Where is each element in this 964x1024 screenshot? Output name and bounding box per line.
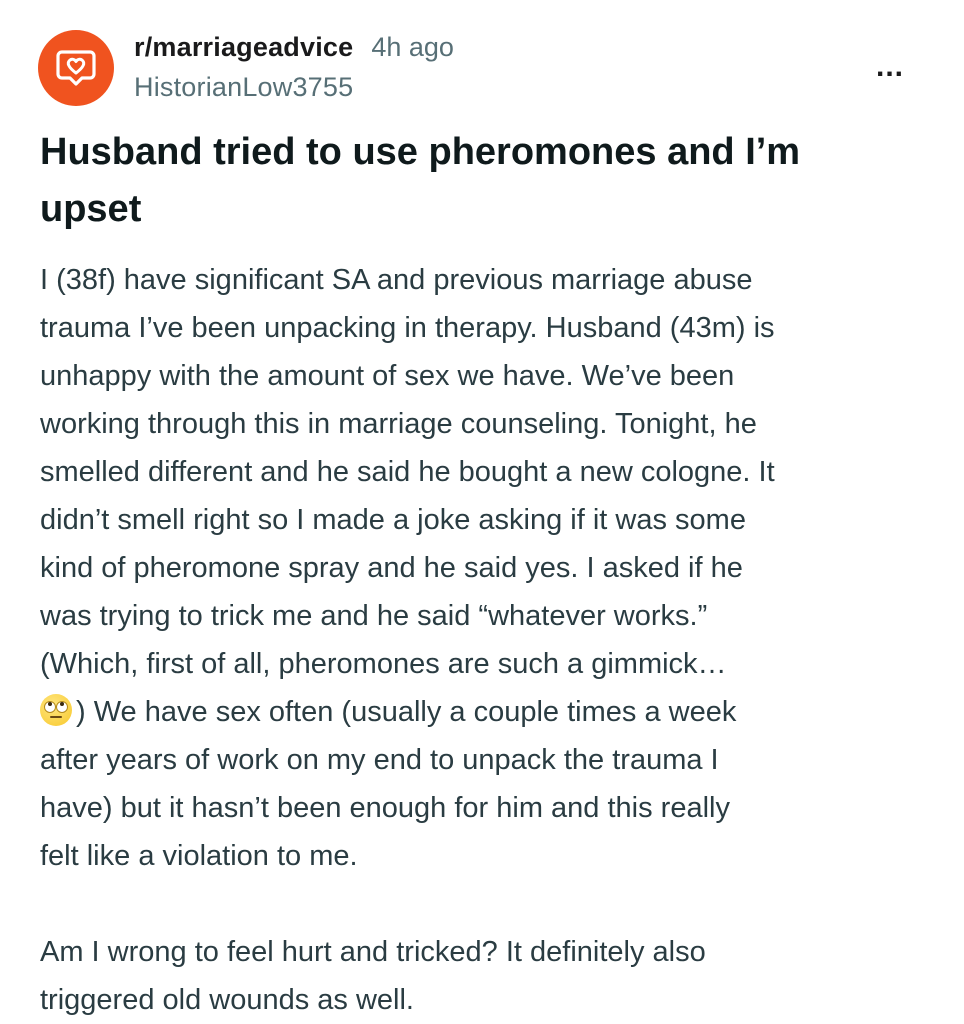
body-line: was trying to trick me and he said “what… <box>40 600 708 632</box>
body-line-with-emoji: ) We have sex often (usually a couple ti… <box>40 688 940 736</box>
subreddit-avatar[interactable] <box>38 30 114 106</box>
body-line: kind of pheromone spray and he said yes.… <box>40 552 743 584</box>
post-time: 4h ago <box>371 32 454 62</box>
post-title-line: upset <box>40 188 142 230</box>
body-line: I (38f) have significant SA and previous… <box>40 264 753 296</box>
body-line: felt like a violation to me. <box>40 840 358 872</box>
body-line: unhappy with the amount of sex we have. … <box>40 360 735 392</box>
more-options-button[interactable]: ... <box>876 52 904 82</box>
body-line: smelled different and he said he bought … <box>40 456 775 488</box>
subreddit-link[interactable]: r/marriageadvice <box>134 32 353 63</box>
body-line: have) but it hasn’t been enough for him … <box>40 792 730 824</box>
body-line: trauma I’ve been unpacking in therapy. H… <box>40 312 775 344</box>
reddit-post: r/marriageadvice 4h ago HistorianLow3755… <box>0 0 964 1024</box>
post-header: r/marriageadvice 4h ago HistorianLow3755… <box>38 30 918 110</box>
rolling-eyes-emoji-icon <box>40 694 72 726</box>
body-line: Am I wrong to feel hurt and tricked? It … <box>40 936 706 968</box>
body-line-text: ) We have sex often (usually a couple ti… <box>76 696 737 728</box>
body-line: working through this in marriage counsel… <box>40 408 757 440</box>
body-line: triggered old wounds as well. <box>40 984 414 1016</box>
post-title[interactable]: Husband tried to use pheromones and I’m … <box>40 124 920 238</box>
post-meta: r/marriageadvice 4h ago HistorianLow3755 <box>134 32 454 103</box>
post-title-line: Husband tried to use pheromones and I’m <box>40 131 801 173</box>
body-line: didn’t smell right so I made a joke aski… <box>40 504 746 536</box>
author-username[interactable]: HistorianLow3755 <box>134 72 454 103</box>
body-line: (Which, first of all, pheromones are suc… <box>40 648 727 680</box>
body-line: after years of work on my end to unpack … <box>40 744 719 776</box>
subreddit-heart-chat-icon <box>56 50 96 86</box>
post-body: I (38f) have significant SA and previous… <box>40 256 940 1024</box>
